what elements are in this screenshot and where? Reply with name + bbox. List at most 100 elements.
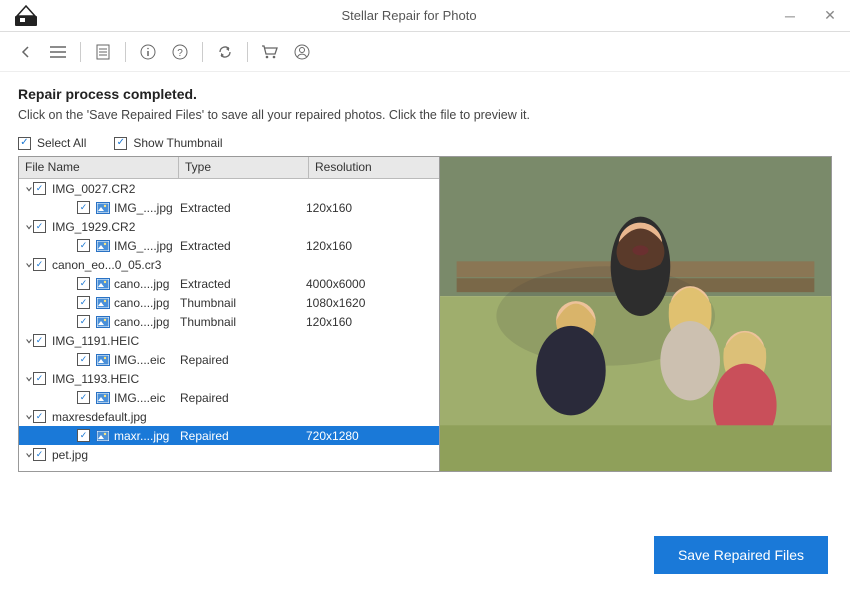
preview-image	[440, 157, 831, 471]
row-checkbox[interactable]: ✓	[33, 410, 46, 423]
chevron-down-icon[interactable]	[19, 260, 33, 270]
menu-icon[interactable]	[44, 38, 72, 66]
toolbar-separator	[80, 42, 81, 62]
file-name-cell: cano....jpg	[114, 315, 176, 329]
file-type-cell: Extracted	[176, 277, 306, 291]
file-name-cell: cano....jpg	[114, 296, 176, 310]
column-headers: File Name Type Resolution	[19, 157, 439, 179]
row-checkbox[interactable]: ✓	[33, 372, 46, 385]
file-type-cell: Repaired	[176, 391, 306, 405]
file-type-cell: Thumbnail	[176, 296, 306, 310]
minimize-button[interactable]: ─	[770, 0, 810, 32]
file-type-cell: Extracted	[176, 239, 306, 253]
file-name-cell: maxresdefault.jpg	[52, 410, 212, 424]
file-type-cell: Repaired	[176, 429, 306, 443]
chevron-down-icon[interactable]	[19, 336, 33, 346]
tree-parent-row[interactable]: ✓pet.jpg	[19, 445, 439, 464]
file-name-cell: IMG_1191.HEIC	[52, 334, 212, 348]
preview-pane	[439, 157, 831, 471]
column-header-resolution[interactable]: Resolution	[309, 157, 439, 178]
tree-leaf-row[interactable]: ✓cano....jpgExtracted4000x6000	[19, 274, 439, 293]
file-name-cell: IMG_....jpg	[114, 239, 176, 253]
chevron-down-icon[interactable]	[19, 450, 33, 460]
image-file-icon	[96, 297, 110, 309]
file-name-cell: IMG_1193.HEIC	[52, 372, 212, 386]
row-checkbox[interactable]: ✓	[33, 182, 46, 195]
file-resolution-cell: 4000x6000	[306, 277, 435, 291]
image-file-icon	[96, 240, 110, 252]
log-icon[interactable]	[89, 38, 117, 66]
toolbar-separator	[202, 42, 203, 62]
column-header-type[interactable]: Type	[179, 157, 309, 178]
tree-leaf-row[interactable]: ✓ IMG....eicRepaired	[19, 388, 439, 407]
tree-body[interactable]: ✓IMG_0027.CR2✓IMG_....jpgExtracted120x16…	[19, 179, 439, 471]
chevron-down-icon[interactable]	[19, 412, 33, 422]
file-resolution-cell: 120x160	[306, 239, 435, 253]
row-checkbox[interactable]: ✓	[77, 201, 90, 214]
close-button[interactable]: ✕	[810, 0, 850, 32]
tree-parent-row[interactable]: ✓ maxresdefault.jpg	[19, 407, 439, 426]
file-type-cell: Extracted	[176, 201, 306, 215]
checkbox-icon: ✓	[114, 137, 127, 150]
column-header-name[interactable]: File Name	[19, 157, 179, 178]
save-repaired-files-button[interactable]: Save Repaired Files	[654, 536, 828, 574]
back-button[interactable]	[12, 38, 40, 66]
chevron-down-icon[interactable]	[19, 184, 33, 194]
tree-leaf-row[interactable]: ✓ IMG_....jpgExtracted120x160	[19, 236, 439, 255]
titlebar: Stellar Repair for Photo ─ ✕	[0, 0, 850, 32]
file-name-cell: IMG....eic	[114, 391, 176, 405]
info-icon[interactable]	[134, 38, 162, 66]
file-tree-pane: File Name Type Resolution ✓IMG_0027.CR2✓…	[19, 157, 439, 471]
image-file-icon	[96, 354, 110, 366]
show-thumbnail-checkbox[interactable]: ✓ Show Thumbnail	[114, 136, 222, 150]
tree-parent-row[interactable]: ✓ IMG_1193.HEIC	[19, 369, 439, 388]
select-all-label: Select All	[37, 136, 86, 150]
tree-parent-row[interactable]: ✓ IMG_1929.CR2	[19, 217, 439, 236]
file-type-cell: Repaired	[176, 353, 306, 367]
image-file-icon	[96, 430, 110, 442]
file-name-cell: IMG....eic	[114, 353, 176, 367]
chevron-down-icon[interactable]	[19, 222, 33, 232]
row-checkbox[interactable]: ✓	[77, 277, 90, 290]
toolbar-separator	[247, 42, 248, 62]
tree-parent-row[interactable]: ✓ IMG_1191.HEIC	[19, 331, 439, 350]
row-checkbox[interactable]: ✓	[33, 448, 46, 461]
row-checkbox[interactable]: ✓	[77, 239, 90, 252]
tree-leaf-row[interactable]: ✓ IMG....eicRepaired	[19, 350, 439, 369]
row-checkbox[interactable]: ✓	[33, 258, 46, 271]
tree-leaf-row[interactable]: ✓maxr....jpgRepaired720x1280	[19, 426, 439, 445]
tree-leaf-row[interactable]: ✓ cano....jpgThumbnail1080x1620	[19, 293, 439, 312]
tree-leaf-row[interactable]: ✓IMG_....jpgExtracted120x160	[19, 198, 439, 217]
user-icon[interactable]	[288, 38, 316, 66]
help-icon[interactable]: ?	[166, 38, 194, 66]
tree-parent-row[interactable]: ✓ IMG_0027.CR2	[19, 179, 439, 198]
row-checkbox[interactable]: ✓	[77, 353, 90, 366]
file-name-cell: IMG_1929.CR2	[52, 220, 212, 234]
show-thumbnail-label: Show Thumbnail	[133, 136, 222, 150]
svg-text:?: ?	[177, 48, 183, 59]
window-title: Stellar Repair for Photo	[48, 8, 770, 23]
row-checkbox[interactable]: ✓	[77, 429, 90, 442]
file-name-cell: canon_eo...0_05.cr3	[52, 258, 212, 272]
row-checkbox[interactable]: ✓	[77, 296, 90, 309]
file-name-cell: maxr....jpg	[114, 429, 176, 443]
file-resolution-cell: 120x160	[306, 201, 435, 215]
image-file-icon	[96, 392, 110, 404]
toolbar-separator	[125, 42, 126, 62]
file-name-cell: IMG_0027.CR2	[52, 182, 212, 196]
image-file-icon	[96, 278, 110, 290]
file-resolution-cell: 120x160	[306, 315, 435, 329]
select-all-checkbox[interactable]: ✓ Select All	[18, 136, 86, 150]
row-checkbox[interactable]: ✓	[77, 315, 90, 328]
app-logo-icon	[12, 2, 40, 30]
file-resolution-cell: 1080x1620	[306, 296, 435, 310]
refresh-icon[interactable]	[211, 38, 239, 66]
cart-icon[interactable]	[256, 38, 284, 66]
row-checkbox[interactable]: ✓	[33, 334, 46, 347]
page-heading: Repair process completed.	[18, 86, 832, 102]
tree-parent-row[interactable]: ✓ canon_eo...0_05.cr3	[19, 255, 439, 274]
chevron-down-icon[interactable]	[19, 374, 33, 384]
row-checkbox[interactable]: ✓	[77, 391, 90, 404]
tree-leaf-row[interactable]: ✓cano....jpgThumbnail120x160	[19, 312, 439, 331]
row-checkbox[interactable]: ✓	[33, 220, 46, 233]
